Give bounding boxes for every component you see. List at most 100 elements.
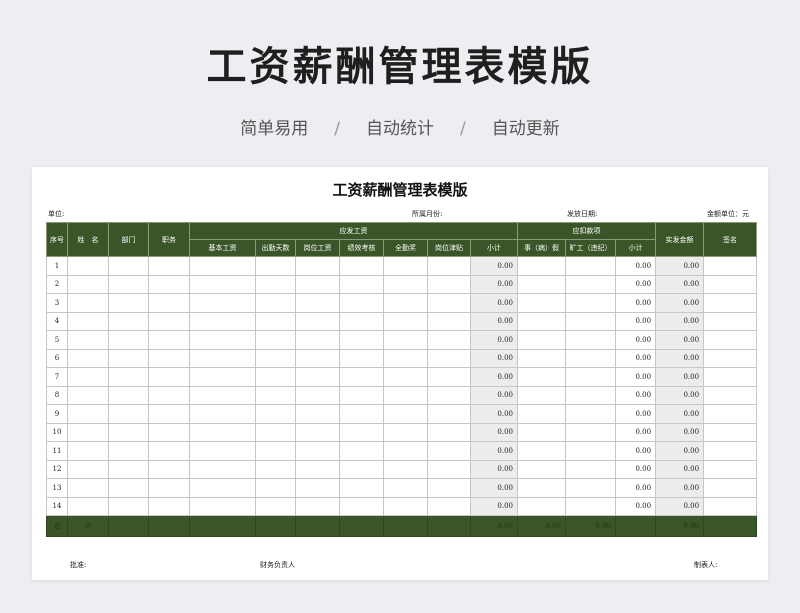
table-cell[interactable]	[108, 367, 149, 387]
table-cell[interactable]	[517, 478, 567, 498]
table-cell[interactable]	[427, 330, 471, 350]
table-cell[interactable]	[255, 293, 296, 313]
salary-subtotal-cell[interactable]: 0.00	[469, 441, 519, 461]
table-cell[interactable]	[339, 441, 384, 461]
net-pay-cell[interactable]: 0.00	[655, 385, 705, 405]
table-cell[interactable]	[67, 385, 109, 405]
net-pay-cell[interactable]: 0.00	[655, 293, 705, 313]
total-cell[interactable]	[703, 515, 758, 537]
table-cell[interactable]	[565, 330, 617, 350]
table-cell[interactable]	[565, 293, 617, 313]
table-cell[interactable]	[703, 496, 758, 516]
table-cell[interactable]	[295, 367, 340, 387]
table-cell[interactable]	[67, 367, 109, 387]
salary-subtotal-cell[interactable]: 0.00	[469, 478, 519, 498]
table-cell[interactable]	[67, 441, 109, 461]
salary-subtotal-cell[interactable]: 0.00	[469, 404, 519, 424]
table-cell[interactable]	[565, 311, 617, 331]
table-cell[interactable]	[383, 293, 428, 313]
table-cell[interactable]	[148, 293, 190, 313]
table-cell[interactable]	[517, 311, 567, 331]
table-cell[interactable]	[255, 256, 296, 276]
table-cell[interactable]	[383, 330, 428, 350]
net-pay-cell[interactable]: 0.00	[655, 330, 705, 350]
table-cell[interactable]	[255, 459, 296, 479]
net-pay-cell[interactable]: 0.00	[655, 348, 705, 368]
table-cell[interactable]	[339, 404, 384, 424]
table-cell[interactable]	[148, 256, 190, 276]
net-pay-cell[interactable]: 0.00	[655, 478, 705, 498]
table-cell[interactable]	[517, 441, 567, 461]
deduction-subtotal-cell[interactable]: 0.00	[615, 367, 657, 387]
table-cell[interactable]	[67, 478, 109, 498]
table-cell[interactable]	[255, 367, 296, 387]
table-cell[interactable]	[427, 256, 471, 276]
deduction-subtotal-cell[interactable]: 0.00	[615, 478, 657, 498]
table-cell[interactable]	[339, 348, 384, 368]
table-cell[interactable]	[339, 274, 384, 294]
table-cell[interactable]	[517, 385, 567, 405]
deduction-subtotal-cell[interactable]: 0.00	[615, 441, 657, 461]
total-cell[interactable]	[383, 515, 428, 537]
total-cell[interactable]	[339, 515, 384, 537]
table-cell[interactable]	[295, 385, 340, 405]
table-cell[interactable]	[517, 422, 567, 442]
table-cell[interactable]	[189, 459, 256, 479]
table-cell[interactable]	[339, 496, 384, 516]
table-cell[interactable]	[67, 422, 109, 442]
total-sick-leave[interactable]: 0.00	[517, 515, 567, 537]
table-cell[interactable]	[148, 404, 190, 424]
table-cell[interactable]	[565, 348, 617, 368]
table-cell[interactable]	[295, 311, 340, 331]
table-cell[interactable]	[703, 441, 758, 461]
total-cell[interactable]	[295, 515, 340, 537]
deduction-subtotal-cell[interactable]: 0.00	[615, 459, 657, 479]
table-cell[interactable]	[67, 293, 109, 313]
table-cell[interactable]	[427, 367, 471, 387]
table-cell[interactable]	[339, 385, 384, 405]
table-cell[interactable]	[189, 348, 256, 368]
table-cell[interactable]	[295, 256, 340, 276]
table-cell[interactable]	[703, 274, 758, 294]
table-cell[interactable]	[295, 404, 340, 424]
deduction-subtotal-cell[interactable]: 0.00	[615, 293, 657, 313]
table-cell[interactable]	[703, 330, 758, 350]
table-cell[interactable]	[383, 274, 428, 294]
table-cell[interactable]	[67, 496, 109, 516]
table-cell[interactable]	[255, 441, 296, 461]
table-cell[interactable]	[255, 496, 296, 516]
table-cell[interactable]	[67, 459, 109, 479]
table-cell[interactable]	[108, 441, 149, 461]
table-cell[interactable]	[255, 385, 296, 405]
table-cell[interactable]	[339, 459, 384, 479]
table-cell[interactable]	[517, 330, 567, 350]
table-cell[interactable]	[295, 274, 340, 294]
table-cell[interactable]	[703, 367, 758, 387]
net-pay-cell[interactable]: 0.00	[655, 367, 705, 387]
table-cell[interactable]	[565, 459, 617, 479]
table-cell[interactable]	[339, 293, 384, 313]
salary-subtotal-cell[interactable]: 0.00	[469, 311, 519, 331]
table-cell[interactable]	[565, 496, 617, 516]
table-cell[interactable]	[108, 459, 149, 479]
table-cell[interactable]	[427, 348, 471, 368]
table-cell[interactable]	[703, 311, 758, 331]
table-cell[interactable]	[148, 441, 190, 461]
table-cell[interactable]	[427, 311, 471, 331]
table-cell[interactable]	[255, 422, 296, 442]
table-cell[interactable]	[67, 256, 109, 276]
salary-subtotal-cell[interactable]: 0.00	[469, 274, 519, 294]
total-cell[interactable]	[255, 515, 296, 537]
table-cell[interactable]	[427, 293, 471, 313]
table-cell[interactable]	[383, 441, 428, 461]
net-pay-cell[interactable]: 0.00	[655, 404, 705, 424]
table-cell[interactable]	[148, 311, 190, 331]
table-cell[interactable]	[517, 256, 567, 276]
table-cell[interactable]	[295, 441, 340, 461]
deduction-subtotal-cell[interactable]: 0.00	[615, 311, 657, 331]
table-cell[interactable]	[189, 274, 256, 294]
table-cell[interactable]	[189, 404, 256, 424]
salary-subtotal-cell[interactable]: 0.00	[469, 256, 519, 276]
table-cell[interactable]	[703, 293, 758, 313]
deduction-subtotal-cell[interactable]: 0.00	[615, 348, 657, 368]
